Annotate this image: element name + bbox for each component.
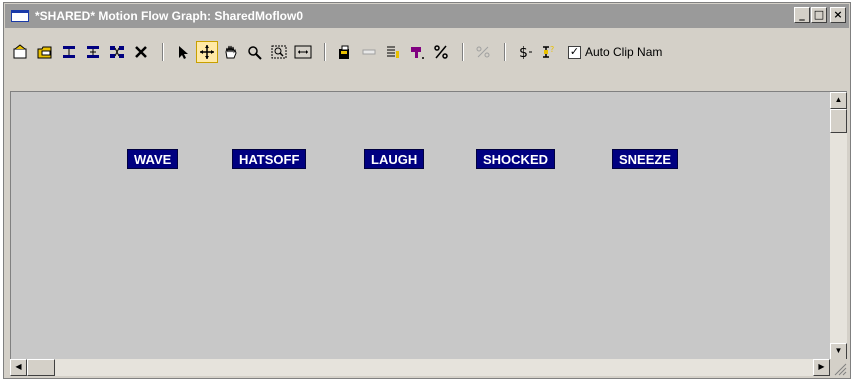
toolbar-separator [324, 43, 326, 61]
scroll-down-button[interactable]: ▼ [830, 343, 847, 360]
auto-clip-label: Auto Clip Nam [585, 45, 663, 59]
toolbar: $ ? ✓ Auto Clip Nam [10, 35, 846, 69]
pan-hand-icon[interactable] [220, 41, 242, 63]
toolbar-separator [162, 43, 164, 61]
dollar-icon[interactable]: $ [514, 41, 536, 63]
svg-text:?: ? [550, 45, 554, 54]
resize-grip[interactable] [830, 359, 847, 376]
clip-node-hatsoff[interactable]: HATSOFF [232, 149, 307, 169]
link-clip-icon[interactable]: ? [538, 41, 560, 63]
vertical-scroll-thumb[interactable] [830, 109, 847, 133]
transition-color-icon[interactable] [406, 41, 428, 63]
horizontal-scrollbar[interactable]: ◀ ▶ [10, 359, 830, 376]
auto-clip-checkbox[interactable]: ✓ [568, 45, 581, 59]
clip-node-shocked[interactable]: SHOCKED [476, 149, 556, 169]
script-icon[interactable] [334, 41, 356, 63]
scroll-left-button[interactable]: ◀ [10, 359, 27, 376]
scroll-right-button[interactable]: ▶ [813, 359, 830, 376]
scroll-up-button[interactable]: ▲ [830, 92, 847, 109]
minimize-button[interactable]: _ [794, 7, 810, 23]
disabled-percent-icon[interactable] [472, 41, 494, 63]
zoom-region-icon[interactable] [268, 41, 290, 63]
clip-node-laugh[interactable]: LAUGH [364, 149, 425, 169]
window-title: *SHARED* Motion Flow Graph: SharedMoflow… [35, 9, 304, 23]
window-controls: _ □ × [794, 7, 846, 23]
maximize-button[interactable]: □ [811, 7, 827, 23]
window-icon [11, 10, 29, 22]
zoom-icon[interactable] [244, 41, 266, 63]
toolbar-separator [504, 43, 506, 61]
clip-node-sneeze[interactable]: SNEEZE [612, 149, 679, 169]
clip-list-icon[interactable] [382, 41, 404, 63]
select-arrow-icon[interactable] [172, 41, 194, 63]
clip-node-wave[interactable]: WAVE [127, 149, 179, 169]
add-clip-icon[interactable] [58, 41, 80, 63]
horizontal-scroll-thumb[interactable] [27, 359, 55, 376]
motion-flow-graph-window: *SHARED* Motion Flow Graph: SharedMoflow… [3, 2, 851, 379]
new-graph-icon[interactable] [10, 41, 32, 63]
close-button[interactable]: × [830, 7, 846, 23]
disabled-clip-icon[interactable] [358, 41, 380, 63]
add-transition-icon[interactable] [82, 41, 104, 63]
toolbar-separator [462, 43, 464, 61]
zoom-extents-icon[interactable] [292, 41, 314, 63]
graph-canvas[interactable]: WAVE HATSOFF LAUGH SHOCKED SNEEZE [10, 91, 831, 360]
svg-text:$: $ [519, 45, 528, 60]
open-graph-icon[interactable] [34, 41, 56, 63]
move-icon[interactable] [196, 41, 218, 63]
create-random-motion-icon[interactable] [106, 41, 128, 63]
delete-icon[interactable] [130, 41, 152, 63]
vertical-scrollbar[interactable]: ▲ ▼ [830, 91, 847, 360]
percent-icon[interactable] [430, 41, 452, 63]
title-bar[interactable]: *SHARED* Motion Flow Graph: SharedMoflow… [5, 4, 849, 28]
